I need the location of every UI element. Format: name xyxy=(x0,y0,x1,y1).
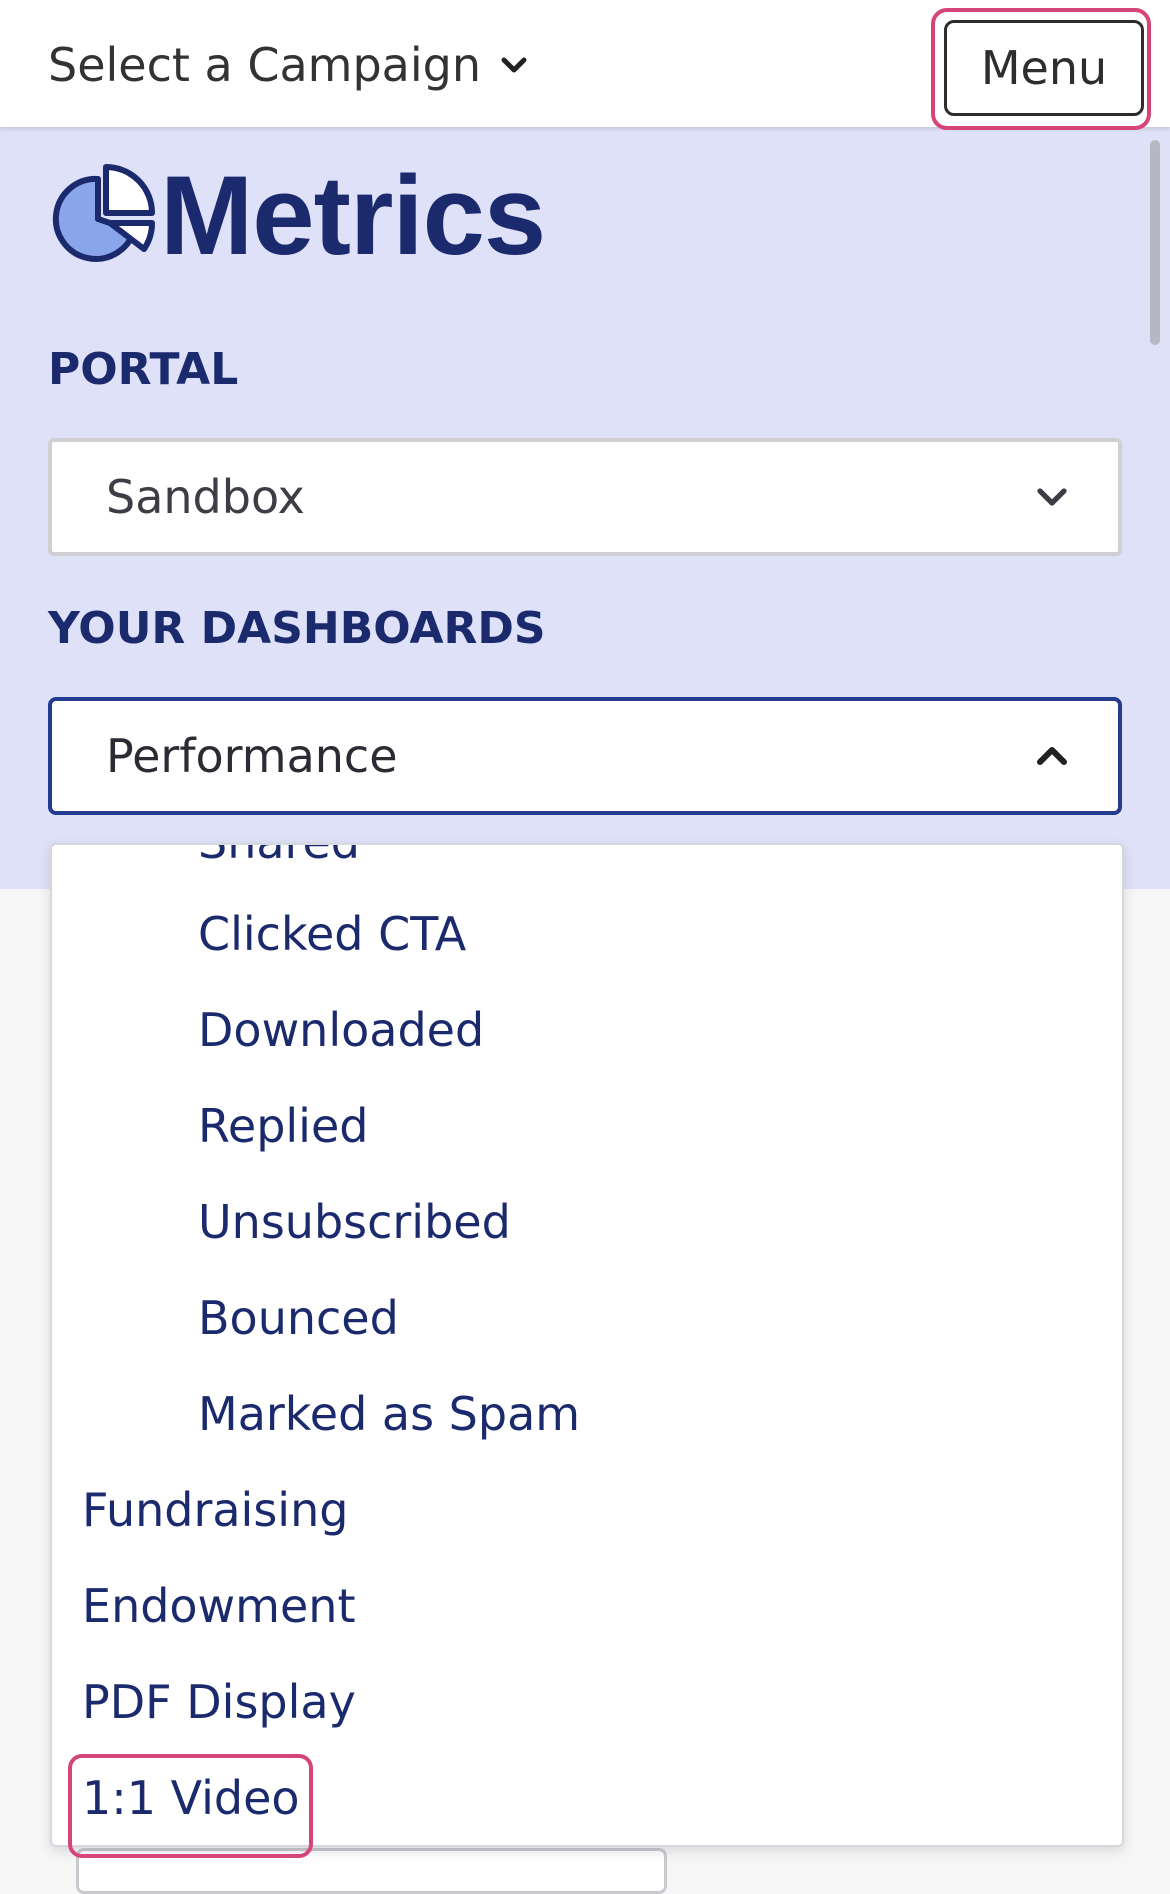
dashboard-select[interactable]: Performance xyxy=(48,697,1122,815)
dropdown-option-pdf-display[interactable]: PDF Display xyxy=(82,1675,356,1729)
dropdown-option-endowment[interactable]: Endowment xyxy=(82,1579,355,1633)
chevron-down-icon xyxy=(501,57,527,73)
portal-label: PORTAL xyxy=(48,344,239,395)
dropdown-option-bounced[interactable]: Bounced xyxy=(198,1291,399,1345)
chevron-down-icon xyxy=(1037,488,1067,506)
option-highlight-ring xyxy=(68,1754,313,1858)
pie-chart-icon xyxy=(52,164,156,262)
menu-button[interactable]: Menu xyxy=(944,20,1144,116)
dropdown-option-unsubscribed[interactable]: Unsubscribed xyxy=(198,1195,511,1249)
dropdown-option-replied[interactable]: Replied xyxy=(198,1099,368,1153)
portal-select[interactable]: Sandbox xyxy=(48,438,1122,556)
dropdown-option-clicked-cta[interactable]: Clicked CTA xyxy=(198,907,466,961)
brand-logo: Metrics xyxy=(48,153,546,278)
portal-selected-value: Sandbox xyxy=(106,470,305,524)
dashboard-dropdown-list[interactable]: Shared Clicked CTA Downloaded Replied Un… xyxy=(50,843,1124,1847)
scrollbar[interactable] xyxy=(1150,140,1160,345)
menu-button-label: Menu xyxy=(980,41,1108,95)
dropdown-option-fundraising[interactable]: Fundraising xyxy=(82,1483,348,1537)
top-bar: Select a Campaign Menu xyxy=(0,0,1170,130)
dropdown-option-shared[interactable]: Shared xyxy=(198,845,360,869)
dashboard-selected-value: Performance xyxy=(106,729,398,783)
dropdown-option-marked-as-spam[interactable]: Marked as Spam xyxy=(198,1387,580,1441)
chevron-up-icon xyxy=(1037,747,1067,765)
brand-name: Metrics xyxy=(160,153,546,278)
dropdown-option-downloaded[interactable]: Downloaded xyxy=(198,1003,484,1057)
campaign-select-label: Select a Campaign xyxy=(48,38,481,92)
campaign-select[interactable]: Select a Campaign xyxy=(48,38,529,92)
dashboards-label: YOUR DASHBOARDS xyxy=(48,603,546,654)
